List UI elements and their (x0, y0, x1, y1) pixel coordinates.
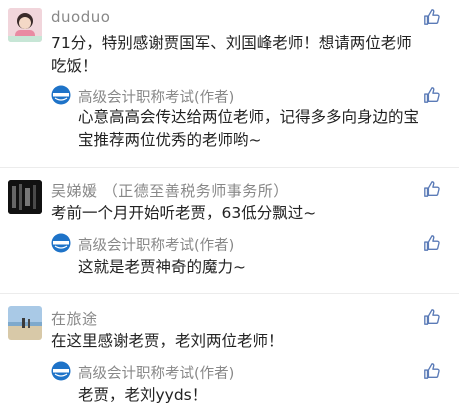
reply-text: 心意高高会传达给两位老师，记得多多向身边的宝宝推荐两位优秀的老师哟~ (78, 108, 420, 149)
thumbs-up-icon[interactable] (423, 180, 441, 198)
commenter-name: 吴娣媛 （正德至善税务师事务所） (51, 182, 289, 200)
comment-text: 在这里感谢老贾，老刘两位老师！ (51, 332, 284, 350)
divider (0, 293, 459, 294)
thumbs-up-icon[interactable] (423, 308, 441, 326)
thumbs-up-icon[interactable] (423, 362, 441, 380)
thumbs-up-icon[interactable] (423, 234, 441, 252)
author-logo-icon (51, 361, 71, 381)
avatar[interactable] (8, 8, 42, 42)
reply-text: 这就是老贾神奇的魔力~ (78, 258, 246, 276)
author-name: 高级会计职称考试(作者) (78, 90, 235, 106)
reply-text: 老贾，老刘yyds！ (78, 386, 208, 404)
thumbs-up-icon[interactable] (423, 86, 441, 104)
author-logo-icon (51, 233, 71, 253)
divider (0, 167, 459, 168)
comment-text: 考前一个月开始听老贾，63低分飘过~ (51, 204, 317, 222)
avatar[interactable] (8, 306, 42, 340)
avatar[interactable] (8, 180, 42, 214)
author-name: 高级会计职称考试(作者) (78, 238, 235, 254)
author-logo-icon (51, 85, 71, 105)
commenter-name: 在旅途 (51, 310, 98, 328)
thumbs-up-icon[interactable] (423, 8, 441, 26)
comment-text: 71分，特别感谢贾国军、刘国峰老师！想请两位老师吃饭！ (51, 34, 412, 75)
commenter-name: duoduo (51, 8, 111, 26)
author-name: 高级会计职称考试(作者) (78, 366, 235, 382)
